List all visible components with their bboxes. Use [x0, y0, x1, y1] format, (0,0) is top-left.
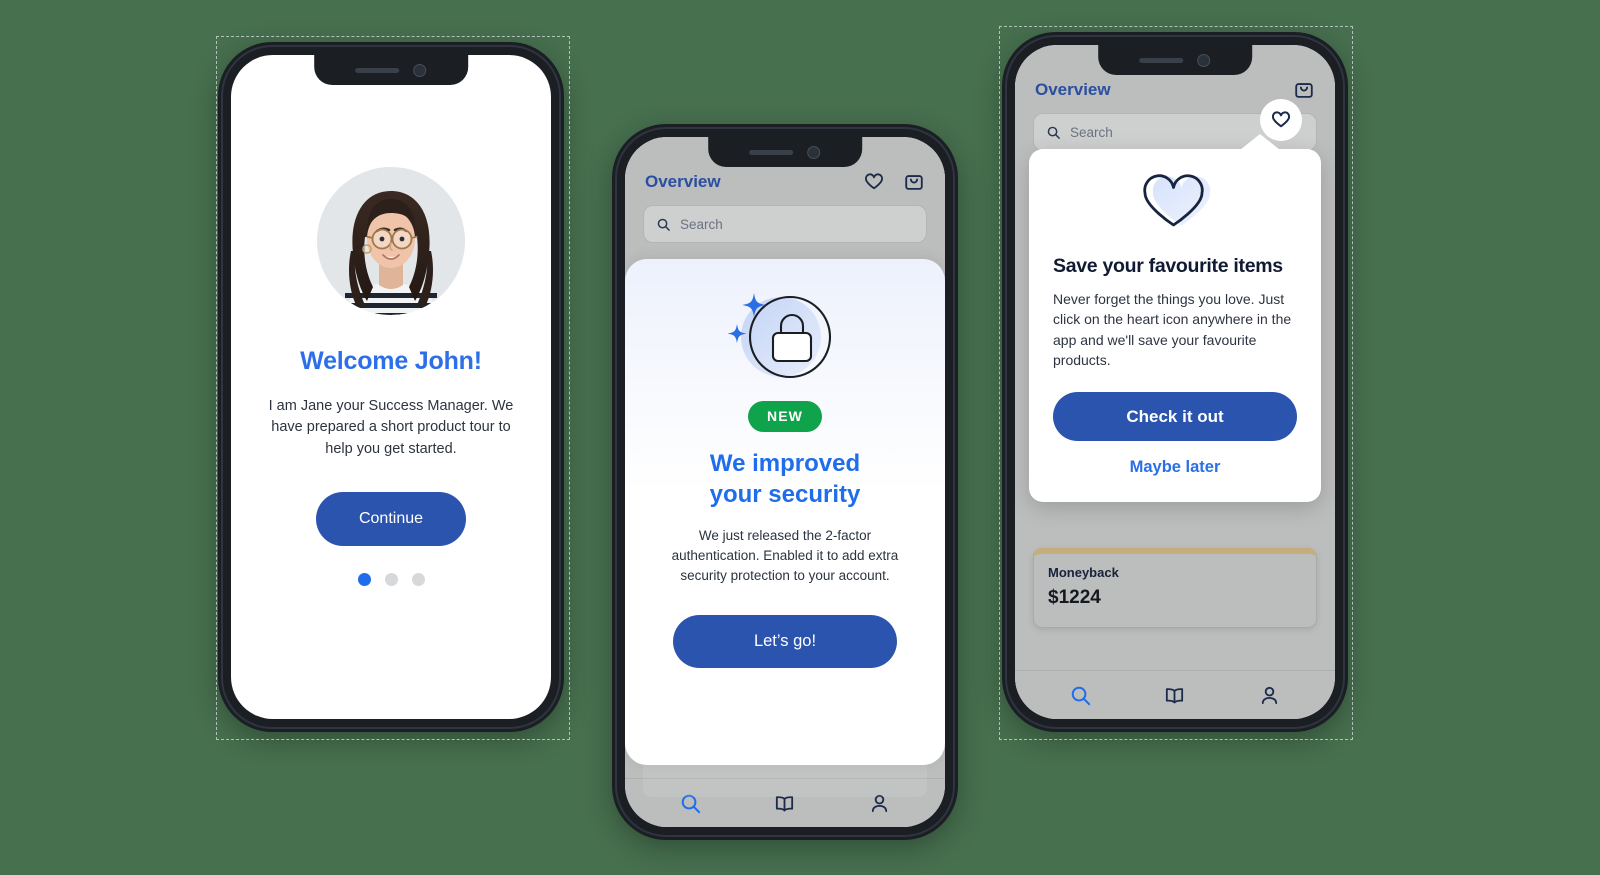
phone-mockup-security: Overview Search NEW We improved your sec… [612, 124, 958, 840]
search-icon [1046, 125, 1061, 140]
search-placeholder: Search [1070, 124, 1113, 140]
maybe-later-button[interactable]: Maybe later [1053, 457, 1297, 478]
phone-mockup-onboarding: Welcome John! I am Jane your Success Man… [218, 42, 564, 732]
phone2-screen: Overview Search NEW We improved your sec… [625, 137, 945, 827]
phone1-screen: Welcome John! I am Jane your Success Man… [231, 55, 551, 719]
header-actions [1253, 79, 1315, 101]
phone-mockup-favourites: Overview Search Moneyback $1224 Save you… [1002, 32, 1348, 732]
phone1-notch [314, 55, 468, 85]
pagination-dot-3[interactable] [411, 572, 425, 586]
phone3-screen: Overview Search Moneyback $1224 Save you… [1015, 45, 1335, 719]
tooltip-title: Save your favourite items [1053, 255, 1283, 277]
welcome-content: Welcome John! I am Jane your Success Man… [231, 55, 551, 719]
heart-icon[interactable] [863, 171, 885, 193]
promo-title-line2: your security [709, 481, 861, 509]
search-placeholder: Search [680, 216, 723, 232]
heart-illustration [1053, 171, 1297, 239]
earpiece-speaker [1139, 57, 1184, 63]
earpiece-speaker [355, 67, 400, 73]
screenshot-canvas: Welcome John! I am Jane your Success Man… [0, 0, 1600, 875]
pagination-dot-2[interactable] [384, 572, 398, 586]
tooltip-description: Never forget the things you love. Just c… [1053, 291, 1292, 368]
check-it-out-button[interactable]: Check it out [1053, 392, 1297, 442]
page-title: Overview [645, 172, 721, 191]
front-camera-icon [1197, 53, 1211, 67]
heart-icon [1270, 109, 1292, 131]
front-camera-icon [413, 63, 427, 77]
promo-title: We improved your security [710, 448, 861, 510]
front-camera-icon [807, 145, 821, 159]
nav-person-icon[interactable] [1258, 684, 1281, 707]
avatar [317, 167, 465, 315]
phone3-notch [1098, 45, 1252, 75]
phone2-notch [708, 137, 862, 167]
moneyback-card[interactable]: Moneyback $1224 [1033, 548, 1317, 628]
page-title: Overview [1035, 80, 1111, 99]
moneyback-label: Moneyback [1048, 565, 1119, 580]
earpiece-speaker [749, 149, 794, 155]
search-icon [656, 217, 671, 232]
status-badge: NEW [748, 401, 822, 432]
promo-description: We just released the 2-factor authentica… [671, 528, 899, 583]
favourites-tooltip-card: Save your favourite items Never forget t… [1029, 134, 1321, 503]
welcome-description: I am Jane your Success Manager. We have … [268, 398, 514, 457]
shopping-bag-icon[interactable] [903, 171, 925, 193]
page-title: Welcome John! [300, 347, 482, 375]
padlock-with-sparkles-icon [705, 283, 865, 391]
promo-title-line1: We improved [709, 450, 861, 477]
search-input[interactable]: Search [643, 205, 927, 243]
shopping-bag-icon[interactable] [1293, 79, 1315, 101]
nav-search-icon[interactable] [1069, 684, 1092, 707]
bottom-navigation [1015, 670, 1335, 719]
pagination-dots[interactable] [357, 572, 425, 586]
moneyback-value: $1224 [1048, 587, 1101, 608]
continue-button[interactable]: Continue [316, 491, 466, 546]
lets-go-button[interactable]: Let’s go! [673, 615, 897, 669]
highlighted-heart-button[interactable] [1260, 99, 1302, 141]
security-promo-card: NEW We improved your security We just re… [625, 259, 945, 765]
header-actions [863, 171, 925, 193]
pagination-dot-1[interactable] [357, 572, 371, 586]
nav-book-icon[interactable] [1163, 684, 1186, 707]
